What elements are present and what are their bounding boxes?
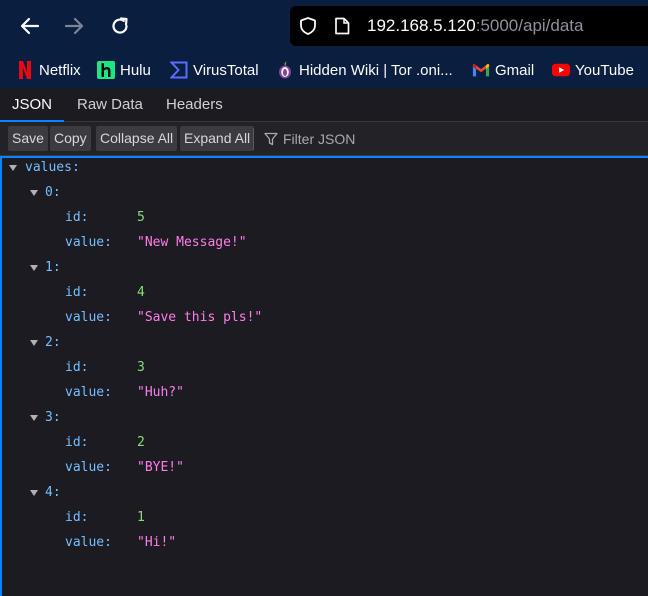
bookmark-label: Hulu: [120, 61, 151, 79]
json-key-id: id:: [65, 510, 89, 525]
expand-all-button[interactable]: Expand All: [180, 126, 255, 151]
tree-row-item[interactable]: 1:: [2, 258, 122, 278]
bookmark-virustotal[interactable]: VirusTotal: [170, 52, 259, 88]
tree-row-value: value: "New Message!": [2, 233, 302, 253]
json-index: 3:: [45, 410, 61, 425]
json-number-value: 3: [137, 360, 145, 375]
filter-funnel-icon: [264, 132, 278, 151]
bookmark-netflix[interactable]: Netflix: [16, 52, 81, 88]
json-string-value: "BYE!": [137, 460, 184, 475]
json-number-value: 1: [137, 510, 145, 525]
tree-row-value: value: "Hi!": [2, 533, 302, 553]
forward-arrow-icon: [64, 17, 84, 35]
tree-row-item[interactable]: 0:: [2, 183, 122, 203]
expand-toggle-icon[interactable]: [9, 165, 17, 171]
reload-button[interactable]: [104, 10, 136, 42]
expand-toggle-icon[interactable]: [30, 415, 38, 421]
json-string-value: "Save this pls!": [137, 310, 263, 325]
back-button[interactable]: [14, 10, 46, 42]
bookmark-label: YouTube: [575, 61, 634, 79]
bookmark-hidden-wiki[interactable]: Hidden Wiki | Tor .oni...: [276, 52, 453, 88]
json-toolbar: Save Copy Collapse All Expand All Filter…: [0, 122, 648, 156]
json-key-value: value:: [65, 310, 112, 325]
bookmark-label: Gmail: [495, 61, 535, 79]
tree-row-values[interactable]: values:: [2, 158, 202, 178]
tab-raw-data[interactable]: Raw Data: [65, 88, 155, 122]
expand-toggle-icon[interactable]: [30, 490, 38, 496]
tree-row-value: value: "BYE!": [2, 458, 302, 478]
bookmark-gmail[interactable]: Gmail: [472, 52, 534, 88]
navigation-bar: 192.168.5.120:5000/api/data: [0, 0, 648, 52]
bookmark-label: Netflix: [39, 61, 81, 79]
tracking-protection-shield-icon[interactable]: [298, 16, 318, 41]
json-number-value: 4: [137, 285, 145, 300]
json-string-value: "Huh?": [137, 385, 184, 400]
tree-row-value: value: "Save this pls!": [2, 308, 302, 328]
json-key-value: value:: [65, 535, 112, 550]
toolbar-divider: [253, 128, 254, 150]
json-tree-panel: values: 0: id: 5 value: "New Message!" 1…: [0, 156, 648, 596]
json-key-id: id:: [65, 210, 89, 225]
json-key-id: id:: [65, 435, 89, 450]
collapse-all-button[interactable]: Collapse All: [96, 126, 178, 151]
bookmark-hulu[interactable]: Hulu: [97, 52, 151, 88]
url-path: :5000/api/data: [475, 16, 584, 35]
url-host: 192.168.5.120: [367, 16, 476, 35]
tree-row-item[interactable]: 4:: [2, 483, 122, 503]
save-button[interactable]: Save: [8, 126, 48, 151]
json-key-id: id:: [65, 285, 89, 300]
virustotal-icon: [170, 61, 188, 79]
json-index: 2:: [45, 335, 61, 350]
json-key-values: values:: [25, 160, 80, 175]
json-number-value: 5: [137, 210, 145, 225]
tree-row-value: value: "Huh?": [2, 383, 302, 403]
json-key-value: value:: [65, 235, 112, 250]
youtube-icon: [552, 61, 570, 79]
bookmark-youtube[interactable]: YouTube: [552, 52, 634, 88]
filter-json-input[interactable]: Filter JSON: [283, 122, 355, 156]
json-key-id: id:: [65, 360, 89, 375]
json-index: 0:: [45, 185, 61, 200]
page-info-icon[interactable]: [334, 17, 350, 40]
bookmark-label: Hidden Wiki | Tor .oni...: [299, 61, 453, 79]
forward-button[interactable]: [58, 10, 90, 42]
json-viewer-tabs: JSON Raw Data Headers: [0, 88, 648, 122]
tab-json[interactable]: JSON: [0, 88, 65, 122]
json-string-value: "New Message!": [137, 235, 247, 250]
json-number-value: 2: [137, 435, 145, 450]
tree-row-item[interactable]: 2:: [2, 333, 122, 353]
json-index: 4:: [45, 485, 61, 500]
expand-toggle-icon[interactable]: [30, 340, 38, 346]
gmail-icon: [472, 61, 490, 79]
netflix-icon: [16, 61, 34, 79]
tab-headers[interactable]: Headers: [154, 88, 235, 122]
reload-icon: [112, 17, 128, 34]
json-key-value: value:: [65, 385, 112, 400]
expand-toggle-icon[interactable]: [30, 265, 38, 271]
expand-toggle-icon[interactable]: [30, 190, 38, 196]
copy-button[interactable]: Copy: [50, 126, 91, 151]
bookmarks-bar: Netflix Hulu VirusTotal Hidden Wiki | To…: [0, 52, 648, 88]
tor-onion-icon: [276, 61, 294, 79]
url-text[interactable]: 192.168.5.120:5000/api/data: [367, 6, 583, 46]
address-bar[interactable]: 192.168.5.120:5000/api/data: [290, 6, 648, 46]
back-arrow-icon: [20, 17, 40, 35]
json-string-value: "Hi!": [137, 535, 177, 550]
bookmark-label: VirusTotal: [193, 61, 259, 79]
hulu-icon: [97, 61, 115, 79]
json-key-value: value:: [65, 460, 112, 475]
tree-row-item[interactable]: 3:: [2, 408, 122, 428]
json-index: 1:: [45, 260, 61, 275]
